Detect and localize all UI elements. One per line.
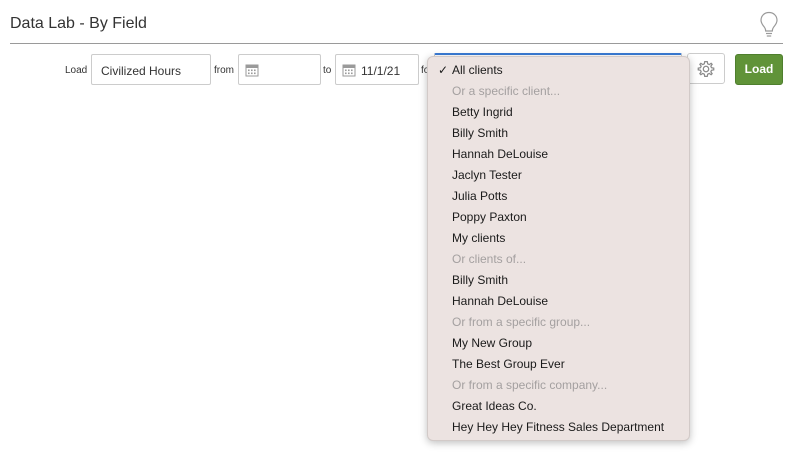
checkmark-icon: ✓ xyxy=(438,63,449,77)
field-select-value: Civilized Hours xyxy=(101,64,182,78)
from-date-input[interactable] xyxy=(238,54,321,85)
load-label: Load xyxy=(65,65,88,76)
title-divider xyxy=(10,43,783,44)
load-button[interactable]: Load xyxy=(735,54,783,85)
calendar-icon xyxy=(245,64,259,77)
dropdown-option[interactable]: Betty Ingrid xyxy=(452,104,513,120)
dropdown-section-header: Or from a specific group... xyxy=(452,315,591,329)
dropdown-option[interactable]: Billy Smith xyxy=(452,125,508,141)
to-label: to xyxy=(323,65,332,76)
dropdown-option[interactable]: Hey Hey Hey Fitness Sales Department xyxy=(452,419,664,435)
dropdown-option[interactable]: ✓ All clients xyxy=(438,62,503,78)
field-select[interactable]: Civilized Hours xyxy=(91,54,211,85)
page-title: Data Lab - By Field xyxy=(10,15,147,32)
dropdown-option[interactable]: Hannah DeLouise xyxy=(452,293,548,309)
gear-icon xyxy=(697,60,715,78)
calendar-icon xyxy=(342,64,356,77)
dropdown-option[interactable]: Jaclyn Tester xyxy=(452,167,522,183)
dropdown-option[interactable]: Poppy Paxton xyxy=(452,209,527,225)
to-date-value: 11/1/21 xyxy=(361,64,401,78)
from-label: from xyxy=(214,65,234,76)
dropdown-option[interactable]: My clients xyxy=(452,230,505,246)
settings-button[interactable] xyxy=(687,53,725,84)
dropdown-option[interactable]: Billy Smith xyxy=(452,272,508,288)
dropdown-section-header: Or from a specific company... xyxy=(452,378,608,392)
dropdown-section-header: Or clients of... xyxy=(452,252,527,266)
lightbulb-icon[interactable] xyxy=(759,11,779,39)
to-date-input[interactable]: 11/1/21 xyxy=(335,54,419,85)
dropdown-option[interactable]: The Best Group Ever xyxy=(452,356,565,372)
dropdown-option[interactable]: Great Ideas Co. xyxy=(452,398,537,414)
dropdown-section-header: Or a specific client... xyxy=(452,84,561,98)
dropdown-option[interactable]: Julia Potts xyxy=(452,188,507,204)
client-dropdown-menu: ✓ All clients Or a specific client... Be… xyxy=(427,56,690,441)
dropdown-option[interactable]: Hannah DeLouise xyxy=(452,146,548,162)
dropdown-option[interactable]: My New Group xyxy=(452,335,532,351)
